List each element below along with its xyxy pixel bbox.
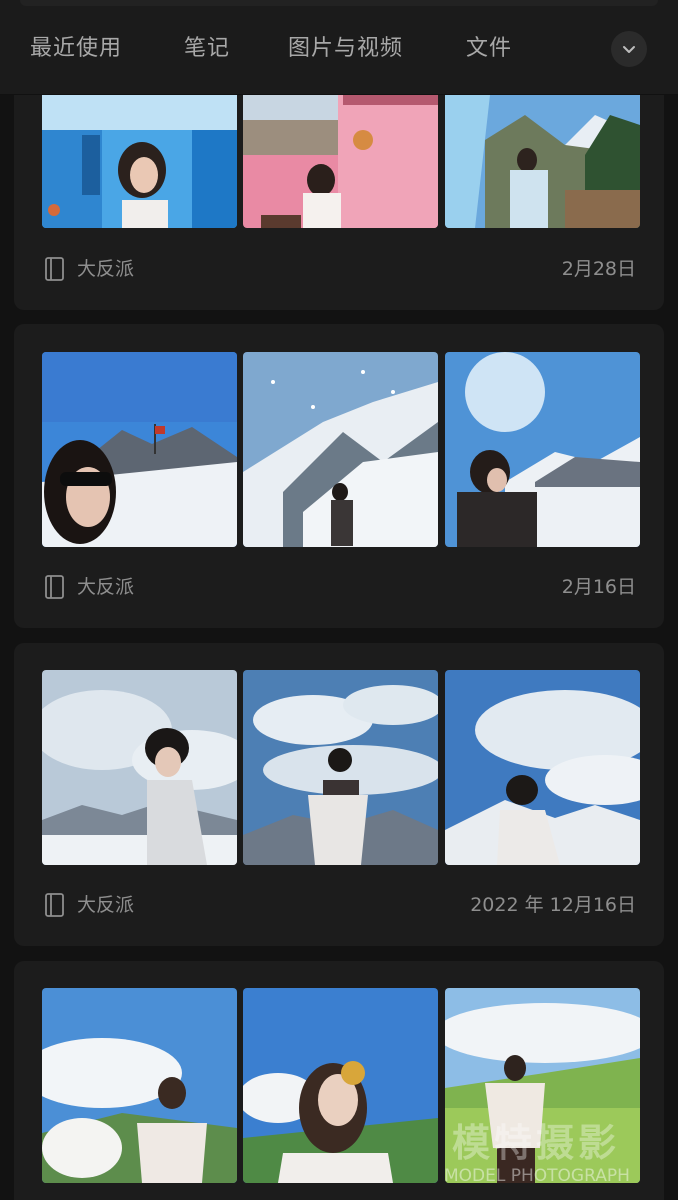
note-card[interactable]	[14, 961, 664, 1200]
photo-thumbnail[interactable]	[243, 352, 438, 547]
photo-thumbnail[interactable]	[445, 988, 640, 1183]
note-date: 2022 年 12月16日	[470, 894, 636, 916]
photo-thumbnail[interactable]	[42, 670, 237, 865]
note-book-icon	[45, 575, 64, 599]
chevron-down-icon	[623, 46, 635, 53]
photo-thumbnail[interactable]	[445, 670, 640, 865]
tab-notes[interactable]: 笔记	[184, 32, 230, 66]
note-source[interactable]: 大反派	[77, 254, 134, 284]
note-date: 2月28日	[561, 258, 636, 280]
note-source[interactable]: 大反派	[77, 890, 134, 920]
note-book-icon	[45, 893, 64, 917]
note-meta: 大反派 2月16日	[42, 572, 636, 602]
photo-thumbnail[interactable]	[445, 352, 640, 547]
category-tab-bar: 最近使用 笔记 图片与视频 文件	[0, 0, 678, 95]
photo-thumbnail[interactable]	[42, 352, 237, 547]
note-meta: 大反派 2022 年 12月16日	[42, 890, 636, 920]
media-feed-page: 大反派 2月28日 大反派 2月16日 大反派 2022 年 12月16日 模特…	[0, 0, 678, 1200]
photo-thumbnail[interactable]	[243, 670, 438, 865]
note-card[interactable]: 大反派 2月16日	[14, 324, 664, 628]
photo-thumbnail[interactable]	[243, 95, 438, 228]
photo-thumbnail[interactable]	[445, 95, 640, 228]
tab-media[interactable]: 图片与视频	[288, 32, 403, 66]
expand-tabs-button[interactable]	[611, 31, 647, 67]
note-meta: 大反派 2月28日	[42, 254, 636, 284]
note-book-icon	[45, 257, 64, 281]
previous-card-edge	[20, 0, 658, 6]
note-date: 2月16日	[561, 576, 636, 598]
photo-thumbnail[interactable]	[42, 988, 237, 1183]
photo-thumbnail[interactable]	[243, 988, 438, 1183]
tab-recent[interactable]: 最近使用	[30, 32, 122, 66]
photo-thumbnail[interactable]	[42, 95, 237, 228]
tab-files[interactable]: 文件	[466, 32, 512, 66]
note-card[interactable]: 大反派 2022 年 12月16日	[14, 643, 664, 946]
note-source[interactable]: 大反派	[77, 572, 134, 602]
